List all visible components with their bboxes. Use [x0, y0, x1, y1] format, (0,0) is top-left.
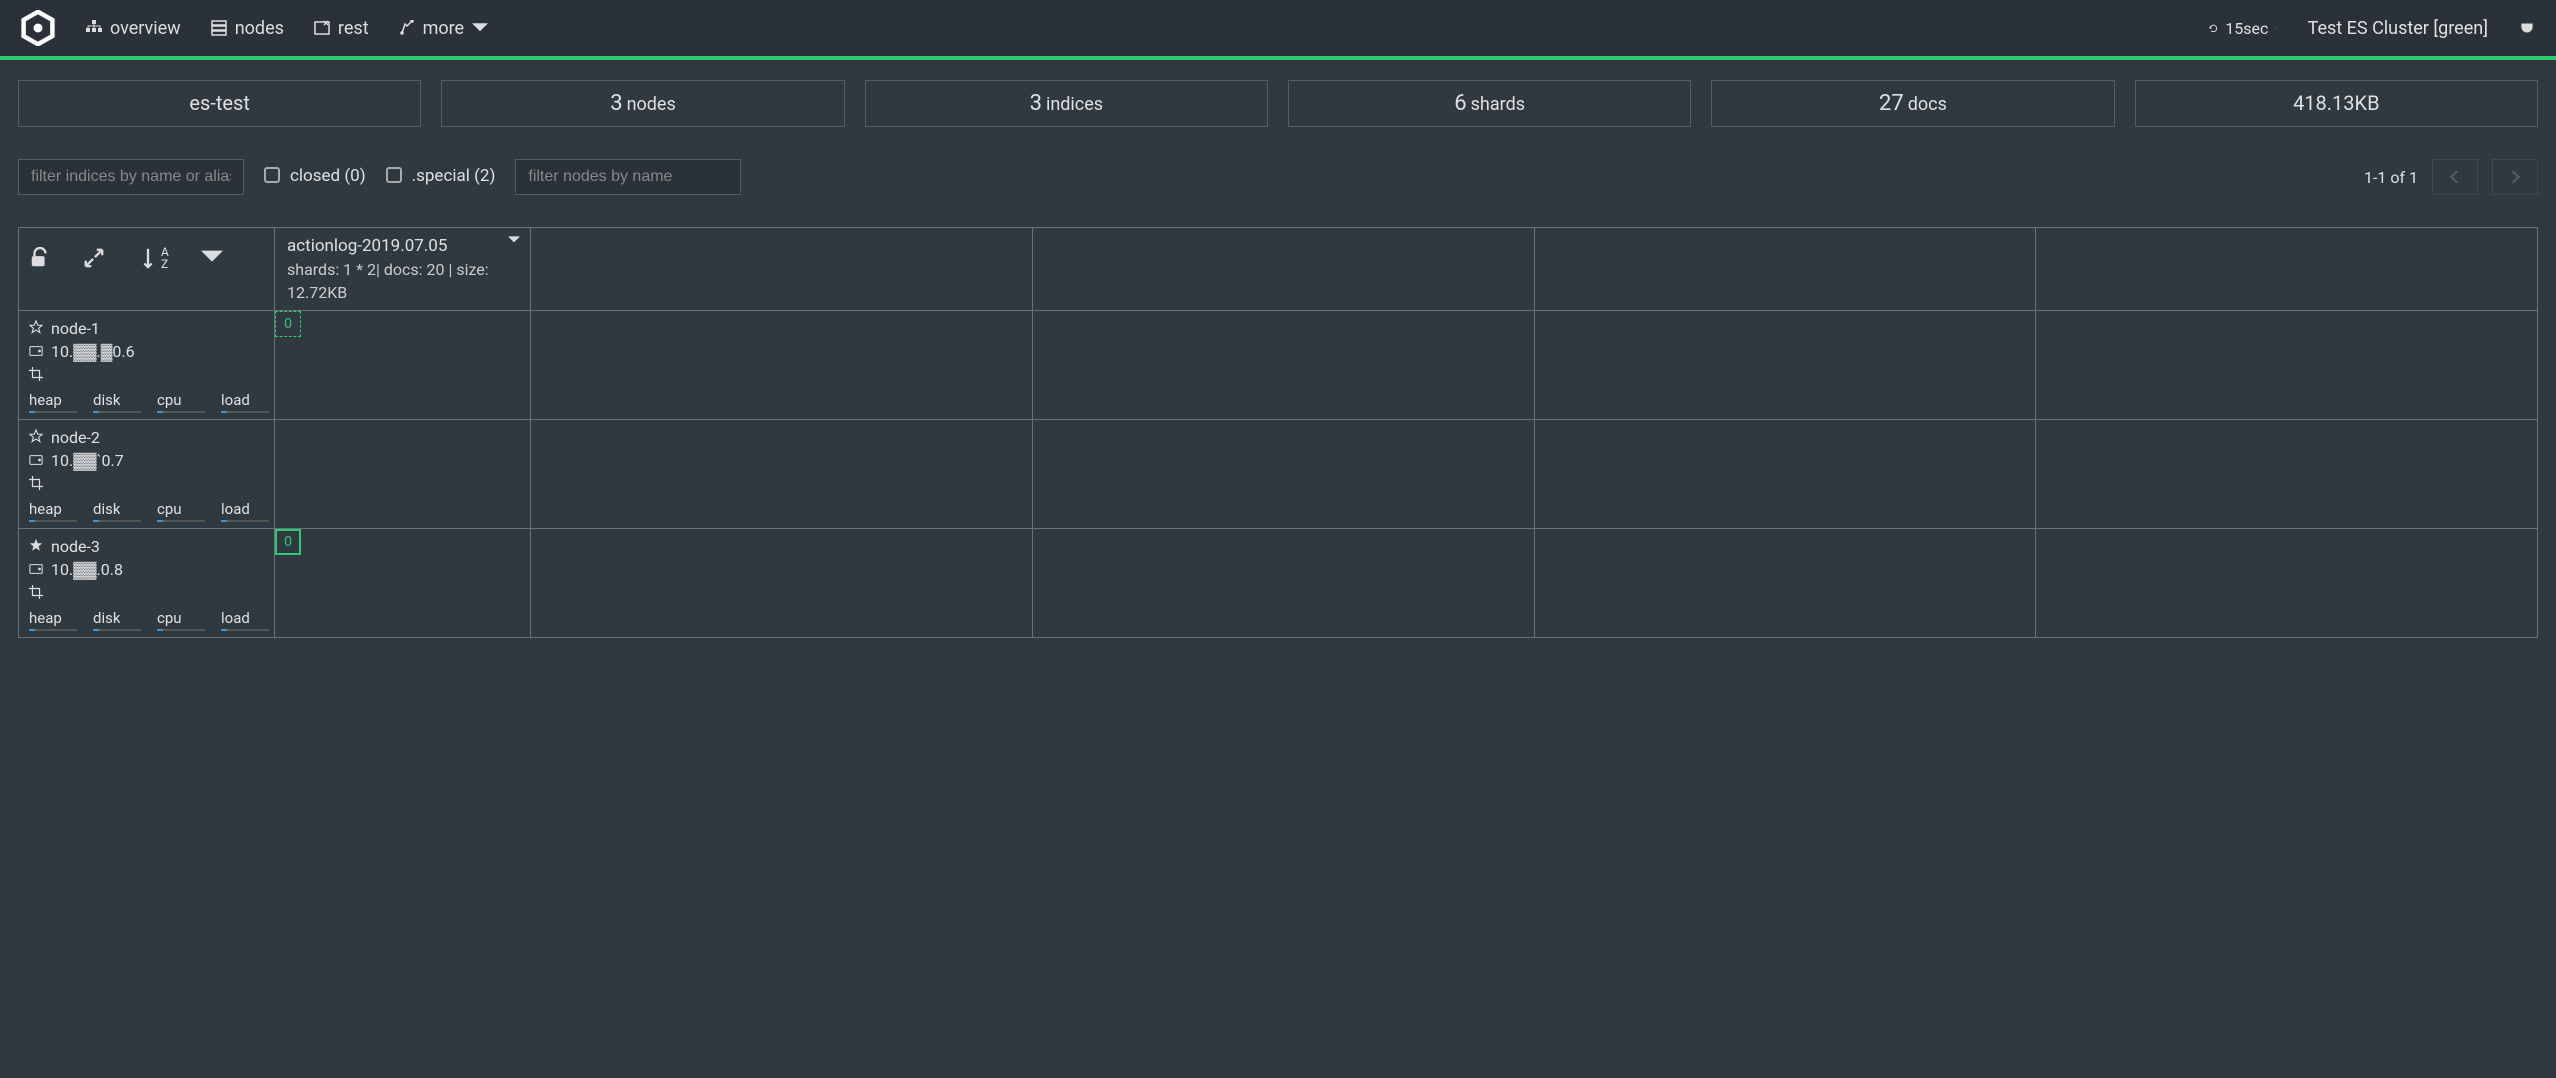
chevron-down-icon	[508, 236, 520, 244]
refresh-interval[interactable]: 15sec	[2209, 19, 2278, 38]
index-name: actionlog-2019.07.05	[287, 236, 518, 256]
refresh-interval-label: 15sec	[2225, 19, 2268, 38]
checkbox-icon	[386, 167, 402, 183]
crop-icon	[29, 584, 43, 603]
nav-more-label: more	[423, 18, 465, 39]
disk-icon	[29, 452, 43, 471]
node-metrics: heapdiskcpuload	[29, 391, 264, 413]
star-outline-icon	[29, 428, 43, 447]
nav-rest-label: rest	[338, 18, 369, 39]
nav-nodes[interactable]: nodes	[211, 18, 284, 39]
node-name: node-2	[51, 428, 100, 447]
stat-nodes[interactable]: 3nodes	[441, 80, 844, 127]
expand-icon[interactable]	[83, 247, 105, 269]
metric-disk: disk	[93, 500, 141, 522]
checkbox-closed[interactable]: closed (0)	[264, 159, 366, 189]
node-metrics: heapdiskcpuload	[29, 609, 264, 631]
refresh-icon	[2209, 24, 2218, 33]
node-name-line[interactable]: node-2	[29, 428, 264, 447]
shard-grid: AZ actionlog-2019.07.05 shards: 1 * 2| d…	[18, 227, 2538, 638]
nav-overview-label: overview	[110, 18, 181, 39]
metric-heap: heap	[29, 391, 77, 413]
metric-cpu: cpu	[157, 609, 205, 631]
checkbox-special[interactable]: .special (2)	[386, 159, 496, 189]
crop-icon	[29, 475, 43, 494]
node-metrics: heapdiskcpuload	[29, 500, 264, 522]
chevron-down-icon	[2276, 25, 2277, 31]
filter-nodes-input[interactable]	[515, 159, 741, 195]
stat-cluster-name[interactable]: es-test	[18, 80, 421, 127]
disk-icon	[29, 343, 43, 362]
lock-icon[interactable]	[29, 247, 51, 269]
metric-heap: heap	[29, 500, 77, 522]
checkbox-closed-label: closed (0)	[290, 165, 366, 189]
disk-icon	[29, 561, 43, 580]
plug-icon[interactable]	[2518, 19, 2536, 37]
crop-icon	[29, 366, 43, 385]
index-meta-1: shards: 1 * 2| docs: 20 | size:	[287, 260, 518, 279]
page-prev-button[interactable]	[2432, 159, 2478, 195]
stat-shards[interactable]: 6shards	[1288, 80, 1691, 127]
node-cell: node-3 10.▓▓.0.8 heap diskcpuload	[19, 529, 274, 637]
logo	[20, 10, 56, 46]
stat-size[interactable]: 418.13KB	[2135, 80, 2538, 127]
chevron-down-icon	[472, 20, 488, 36]
pagination-text: 1-1 of 1	[2364, 168, 2418, 187]
nav-more[interactable]: more	[399, 18, 489, 39]
node-crop-line	[29, 366, 264, 385]
table-tools: AZ	[19, 228, 274, 288]
pagination: 1-1 of 1	[2364, 159, 2538, 195]
metric-load: load	[221, 391, 269, 413]
index-meta-2: 12.72KB	[287, 283, 518, 302]
node-cell: node-2 10.▓▓`0.7 heap diskcpuload	[19, 420, 274, 528]
metric-load: load	[221, 500, 269, 522]
metric-cpu: cpu	[157, 500, 205, 522]
cluster-status: Test ES Cluster [green]	[2308, 18, 2488, 39]
node-name-line[interactable]: node-1	[29, 319, 264, 338]
node-cell: node-1 10.▓▓.▓0.6 heap diskcpuload	[19, 311, 274, 419]
checkbox-special-label: .special (2)	[412, 165, 496, 189]
node-ip-line: 10.▓▓.▓0.6	[29, 342, 264, 362]
page-next-button[interactable]	[2492, 159, 2538, 195]
filter-indices-input[interactable]	[18, 159, 244, 195]
table-row: node-3 10.▓▓.0.8 heap diskcpuload 0	[19, 529, 2538, 638]
node-name: node-3	[51, 537, 100, 556]
stat-docs[interactable]: 27docs	[1711, 80, 2114, 127]
table-row: node-1 10.▓▓.▓0.6 heap diskcpuload 0	[19, 311, 2538, 420]
metric-disk: disk	[93, 391, 141, 413]
node-ip: 10.▓▓.▓0.6	[51, 342, 135, 362]
checkbox-icon	[264, 167, 280, 183]
node-ip: 10.▓▓.0.8	[51, 560, 123, 580]
nav-overview[interactable]: overview	[86, 18, 181, 39]
star-filled-icon	[29, 537, 43, 556]
metric-load: load	[221, 609, 269, 631]
nav-rest[interactable]: rest	[314, 18, 369, 39]
metric-cpu: cpu	[157, 391, 205, 413]
shard-primary[interactable]: 0	[275, 529, 301, 555]
node-ip-line: 10.▓▓.0.8	[29, 560, 264, 580]
node-name-line[interactable]: node-3	[29, 537, 264, 556]
node-name: node-1	[51, 319, 100, 338]
metric-heap: heap	[29, 609, 77, 631]
index-header[interactable]: actionlog-2019.07.05 shards: 1 * 2| docs…	[275, 228, 530, 310]
node-crop-line	[29, 584, 264, 603]
stat-indices[interactable]: 3indices	[865, 80, 1268, 127]
node-ip: 10.▓▓`0.7	[51, 451, 124, 471]
node-ip-line: 10.▓▓`0.7	[29, 451, 264, 471]
node-crop-line	[29, 475, 264, 494]
chevron-down-icon[interactable]	[201, 247, 223, 269]
metric-disk: disk	[93, 609, 141, 631]
filters-row: closed (0) .special (2) 1-1 of 1	[18, 159, 2538, 195]
nav-nodes-label: nodes	[235, 18, 284, 39]
navbar: overview nodes rest more 15sec Test ES C…	[0, 0, 2556, 56]
sort-az[interactable]: AZ	[137, 246, 169, 270]
shard-replica[interactable]: 0	[275, 311, 301, 337]
stats-row: es-test 3nodes 3indices 6shards 27docs 4…	[18, 80, 2538, 127]
table-row: node-2 10.▓▓`0.7 heap diskcpuload	[19, 420, 2538, 529]
star-outline-icon	[29, 319, 43, 338]
